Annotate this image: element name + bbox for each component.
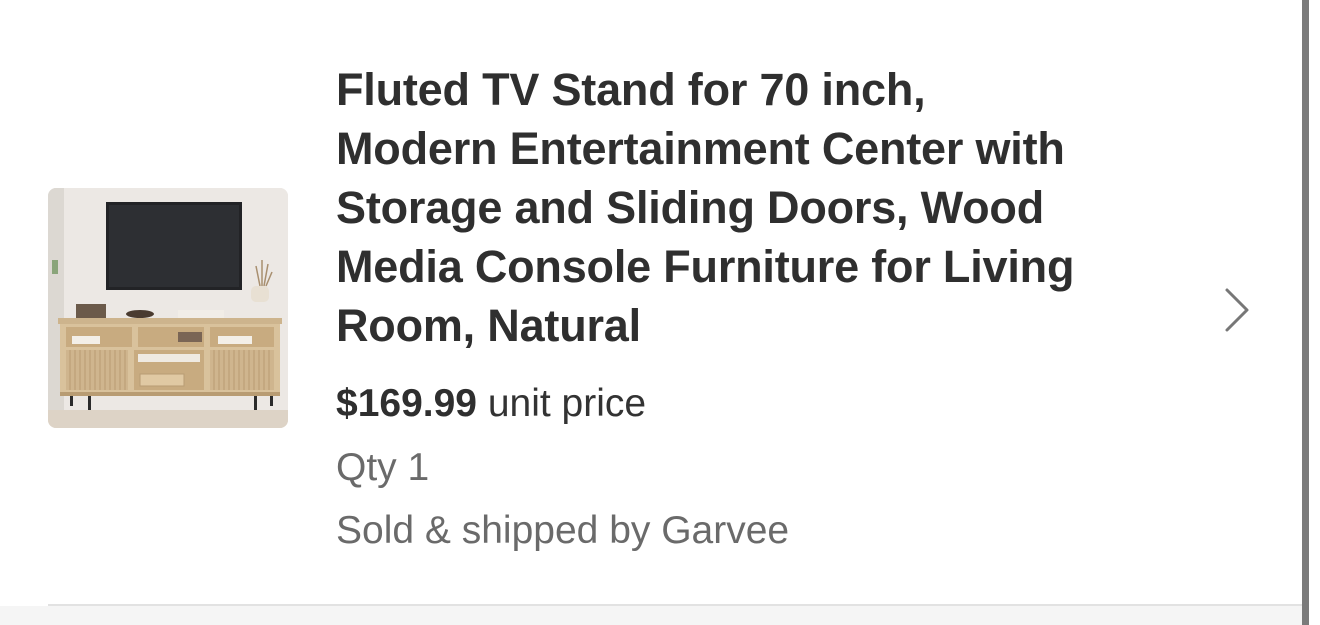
scrollbar[interactable] <box>1302 0 1320 625</box>
price-value: $169.99 <box>336 382 477 425</box>
seller-info: Sold & shipped by Garvee <box>336 509 790 552</box>
product-title[interactable]: Fluted TV Stand for 70 inch, Modern Ente… <box>336 60 1076 355</box>
cart-page: Fluted TV Stand for 70 inch, Modern Ente… <box>0 0 1320 625</box>
section-gap <box>0 606 1302 625</box>
scrollbar-thumb[interactable] <box>1302 0 1309 625</box>
chevron-right-icon[interactable] <box>1218 284 1258 336</box>
product-image[interactable] <box>48 188 288 428</box>
cart-item-row[interactable]: Fluted TV Stand for 70 inch, Modern Ente… <box>0 0 1302 605</box>
price-suffix: unit price <box>476 382 647 425</box>
unit-price: $169.99 unit price <box>336 380 646 428</box>
quantity-label: Qty 1 <box>336 446 430 489</box>
